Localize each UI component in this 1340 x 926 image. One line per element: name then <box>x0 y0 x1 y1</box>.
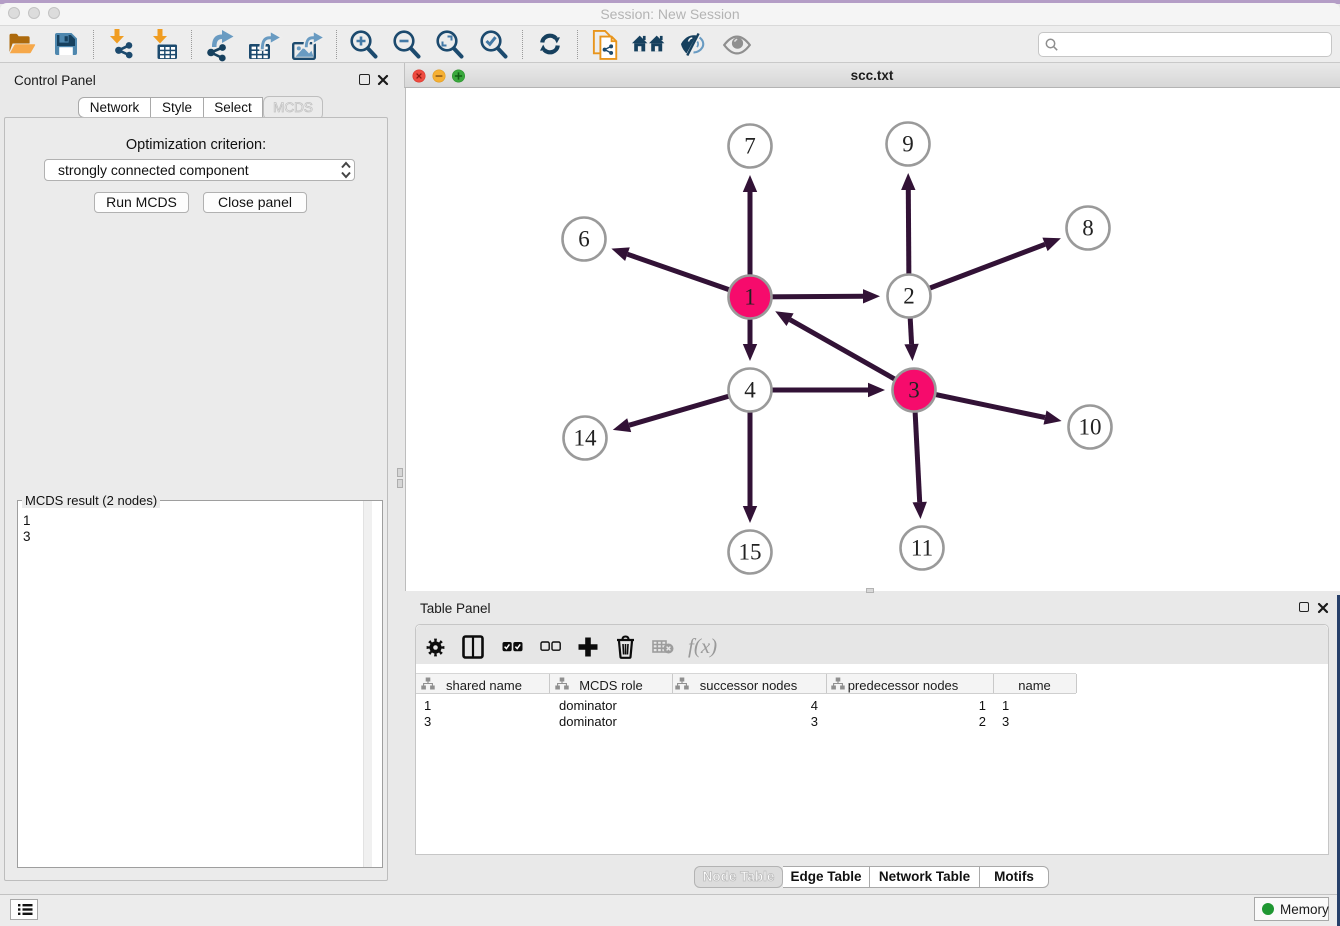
svg-text:15: 15 <box>739 540 762 565</box>
svg-text:2: 2 <box>903 284 915 309</box>
svg-text:14: 14 <box>574 426 598 451</box>
svg-text:11: 11 <box>911 536 933 561</box>
svg-text:8: 8 <box>1082 216 1094 241</box>
svg-text:1: 1 <box>744 285 756 310</box>
svg-text:9: 9 <box>902 132 914 157</box>
svg-text:7: 7 <box>744 134 756 159</box>
svg-text:6: 6 <box>578 227 590 252</box>
svg-text:3: 3 <box>908 378 920 403</box>
svg-text:10: 10 <box>1079 415 1102 440</box>
svg-text:4: 4 <box>744 378 756 403</box>
